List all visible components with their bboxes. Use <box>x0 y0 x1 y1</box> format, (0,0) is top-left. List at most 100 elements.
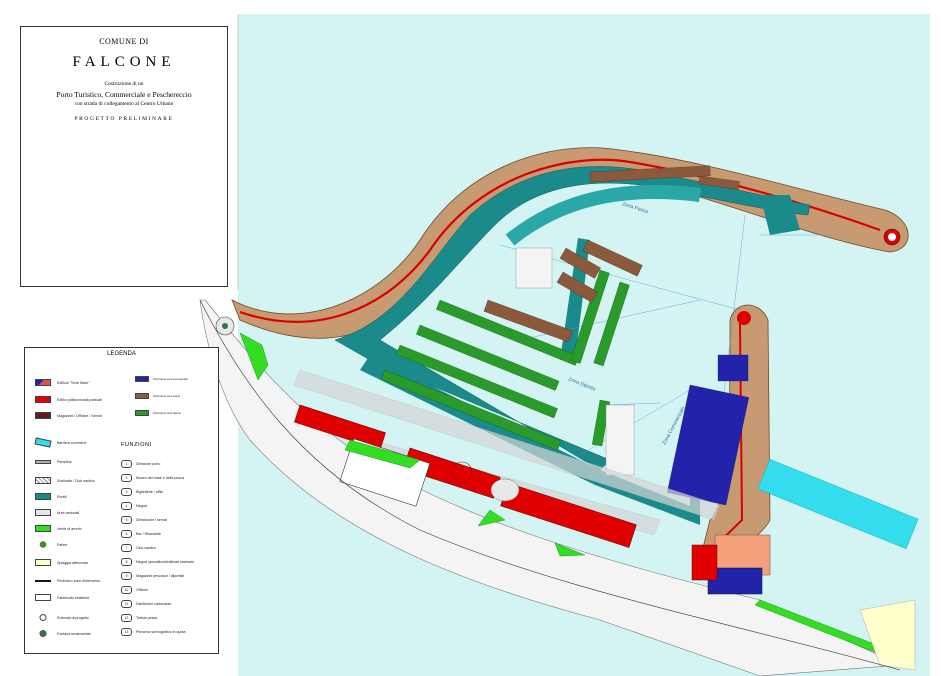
legend-berth-item: Posti barca zona diporto <box>135 410 181 416</box>
funzione-item: 5 Direzionale / servizi <box>121 516 167 524</box>
legend-label: Posti barca zona commerciale <box>153 377 188 381</box>
legend-label: Fabbricato esistente <box>57 595 90 600</box>
legend-label: Magazzini / Officine / Servizi <box>57 413 103 418</box>
funzione-label: Officine <box>136 588 149 592</box>
funzione-label: Biglietterie / uffici <box>136 490 164 494</box>
legend-item: Pensiline <box>35 460 72 464</box>
legend-item: Edificio "Torre Mare" <box>35 379 90 386</box>
funzione-item: 7 Club nautico <box>121 544 156 552</box>
funzione-label: Negozi specializzati attività marinare <box>136 560 195 564</box>
swatch-berth-pesca <box>135 393 149 399</box>
funzione-label: Direzione porto <box>136 462 161 466</box>
funzione-number: 11 <box>121 600 132 608</box>
funzione-label: Tettoia pesca <box>136 616 158 620</box>
swatch-polifunzionali <box>35 396 51 403</box>
legend-item: Perimetro area d'intervento <box>35 579 100 583</box>
swatch-berth-diporto <box>135 410 149 416</box>
funzione-item: 6 Bar / Ristorante <box>121 530 161 538</box>
title-block: COMUNE DI FALCONE Costruzione di un Port… <box>20 26 228 287</box>
legend-label: Edificio "Torre Mare" <box>57 380 90 385</box>
legend-berth-item: Posti barca zona commerciale <box>135 376 188 382</box>
legend-item: Fontana ornamentale <box>35 630 91 637</box>
funzione-number: 5 <box>121 516 132 524</box>
funzione-item: 10 Officine <box>121 586 148 594</box>
funzione-item: 3 Biglietterie / uffici <box>121 488 163 496</box>
swatch-berth-commerciale <box>135 376 149 382</box>
legend-item: Spiaggia attrezzata <box>35 559 88 566</box>
funzione-item: 4 Negozi <box>121 502 147 510</box>
funzione-number: 7 <box>121 544 132 552</box>
swatch-barriera <box>34 437 52 448</box>
legend-label: Pontili <box>57 494 67 499</box>
legend-label: Posti barca zona pesca <box>153 394 180 398</box>
legend-label: Pensiline <box>57 460 72 464</box>
legend-label: Rotonda di progetto <box>57 615 89 620</box>
swatch-torre-mare <box>35 379 51 386</box>
fountain-icon <box>35 630 51 637</box>
legend-label: Perimetro area d'intervento <box>57 579 101 583</box>
legend-title: LEGENDA <box>107 351 136 357</box>
legend-item: Barriera commerci <box>34 437 87 448</box>
funzione-number: 1 <box>121 460 132 468</box>
legend-item: Aree pedonali <box>35 509 79 516</box>
legend-item: Edifici polifunzionali porticati <box>35 396 102 403</box>
funzione-number: 4 <box>121 502 132 510</box>
swatch-spiaggia <box>35 559 51 566</box>
legend-berth-item: Posti barca zona pesca <box>135 393 180 399</box>
legend-label: Spiaggia attrezzata <box>57 560 88 565</box>
title-line5: con strada di collegamento al Centro Urb… <box>74 101 174 107</box>
funzione-number: 10 <box>121 586 132 594</box>
swatch-perimetro <box>35 580 51 582</box>
funzione-label: Bar / Ristorante <box>136 532 161 536</box>
funzione-label: Negozi <box>136 504 148 508</box>
swatch-pensiline <box>35 460 51 464</box>
legend-label: Posti barca zona diporto <box>153 411 181 415</box>
legend-panel: LEGENDA Edificio "Torre Mare" Edifici po… <box>24 347 219 654</box>
legend-label: Barriera commerci <box>57 440 87 445</box>
legend-item: Pontili <box>35 493 67 500</box>
title-line3: Costruzione di un <box>104 81 144 87</box>
funzioni-title: FUNZIONI <box>121 442 152 448</box>
legend-item: Palme <box>35 541 67 548</box>
legend-label: Aree pedonali <box>57 510 80 515</box>
funzione-number: 6 <box>121 530 132 538</box>
funzione-number: 13 <box>121 628 132 636</box>
funzione-number: 9 <box>121 572 132 580</box>
title-line1: COMUNE DI <box>99 37 149 46</box>
funzione-number: 3 <box>121 488 132 496</box>
title-line4: Porto Turistico, Commerciale e Pescherec… <box>56 90 192 99</box>
legend-item: Fabbricato esistente <box>35 594 89 601</box>
swatch-fabbricato <box>35 594 51 601</box>
funzione-item: 11 Distributori carburante <box>121 600 171 608</box>
funzione-item: 9 Magazzini pescatori / diportisti <box>121 572 184 580</box>
funzione-label: Magazzini pescatori / diportisti <box>136 574 185 578</box>
funzione-label: Percorso scenografico in quota <box>136 630 186 634</box>
funzione-item: 8 Negozi specializzati attività marinare <box>121 558 194 566</box>
swatch-aree-pedonali <box>35 509 51 516</box>
legend-item: Rotonda di progetto <box>35 614 89 621</box>
funzione-item: 1 Direzione porto <box>121 460 160 468</box>
funzione-number: 8 <box>121 558 132 566</box>
funzione-label: Direzionale / servizi <box>136 518 168 522</box>
legend-item: Scalinata / Club nautico <box>35 477 95 484</box>
palm-icon <box>35 541 51 548</box>
swatch-pontili <box>35 493 51 500</box>
legend-item: Magazzini / Officine / Servizi <box>35 412 102 419</box>
funzione-item: 12 Tettoia pesca <box>121 614 157 622</box>
title-falcone: FALCONE <box>72 54 176 70</box>
roundabout-icon <box>35 614 51 621</box>
funzione-item: 13 Percorso scenografico in quota <box>121 628 186 636</box>
legend-item: Verde di arredo <box>35 525 82 532</box>
funzione-number: 12 <box>121 614 132 622</box>
funzione-label: Club nautico <box>136 546 156 550</box>
legend-label: Fontana ornamentale <box>57 631 92 636</box>
legend-label: Verde di arredo <box>57 526 82 531</box>
funzione-label: Distributori carburante <box>136 602 172 606</box>
legend-label: Palme <box>57 542 68 547</box>
legend-label: Edifici polifunzionali porticati <box>57 397 102 402</box>
swatch-verde <box>35 525 51 532</box>
funzione-label: Museo del mare e della pesca <box>136 476 184 480</box>
swatch-magazzini <box>35 412 51 419</box>
title-line6: PROGETTO PRELIMINARE <box>74 116 174 122</box>
funzione-number: 2 <box>121 474 132 482</box>
